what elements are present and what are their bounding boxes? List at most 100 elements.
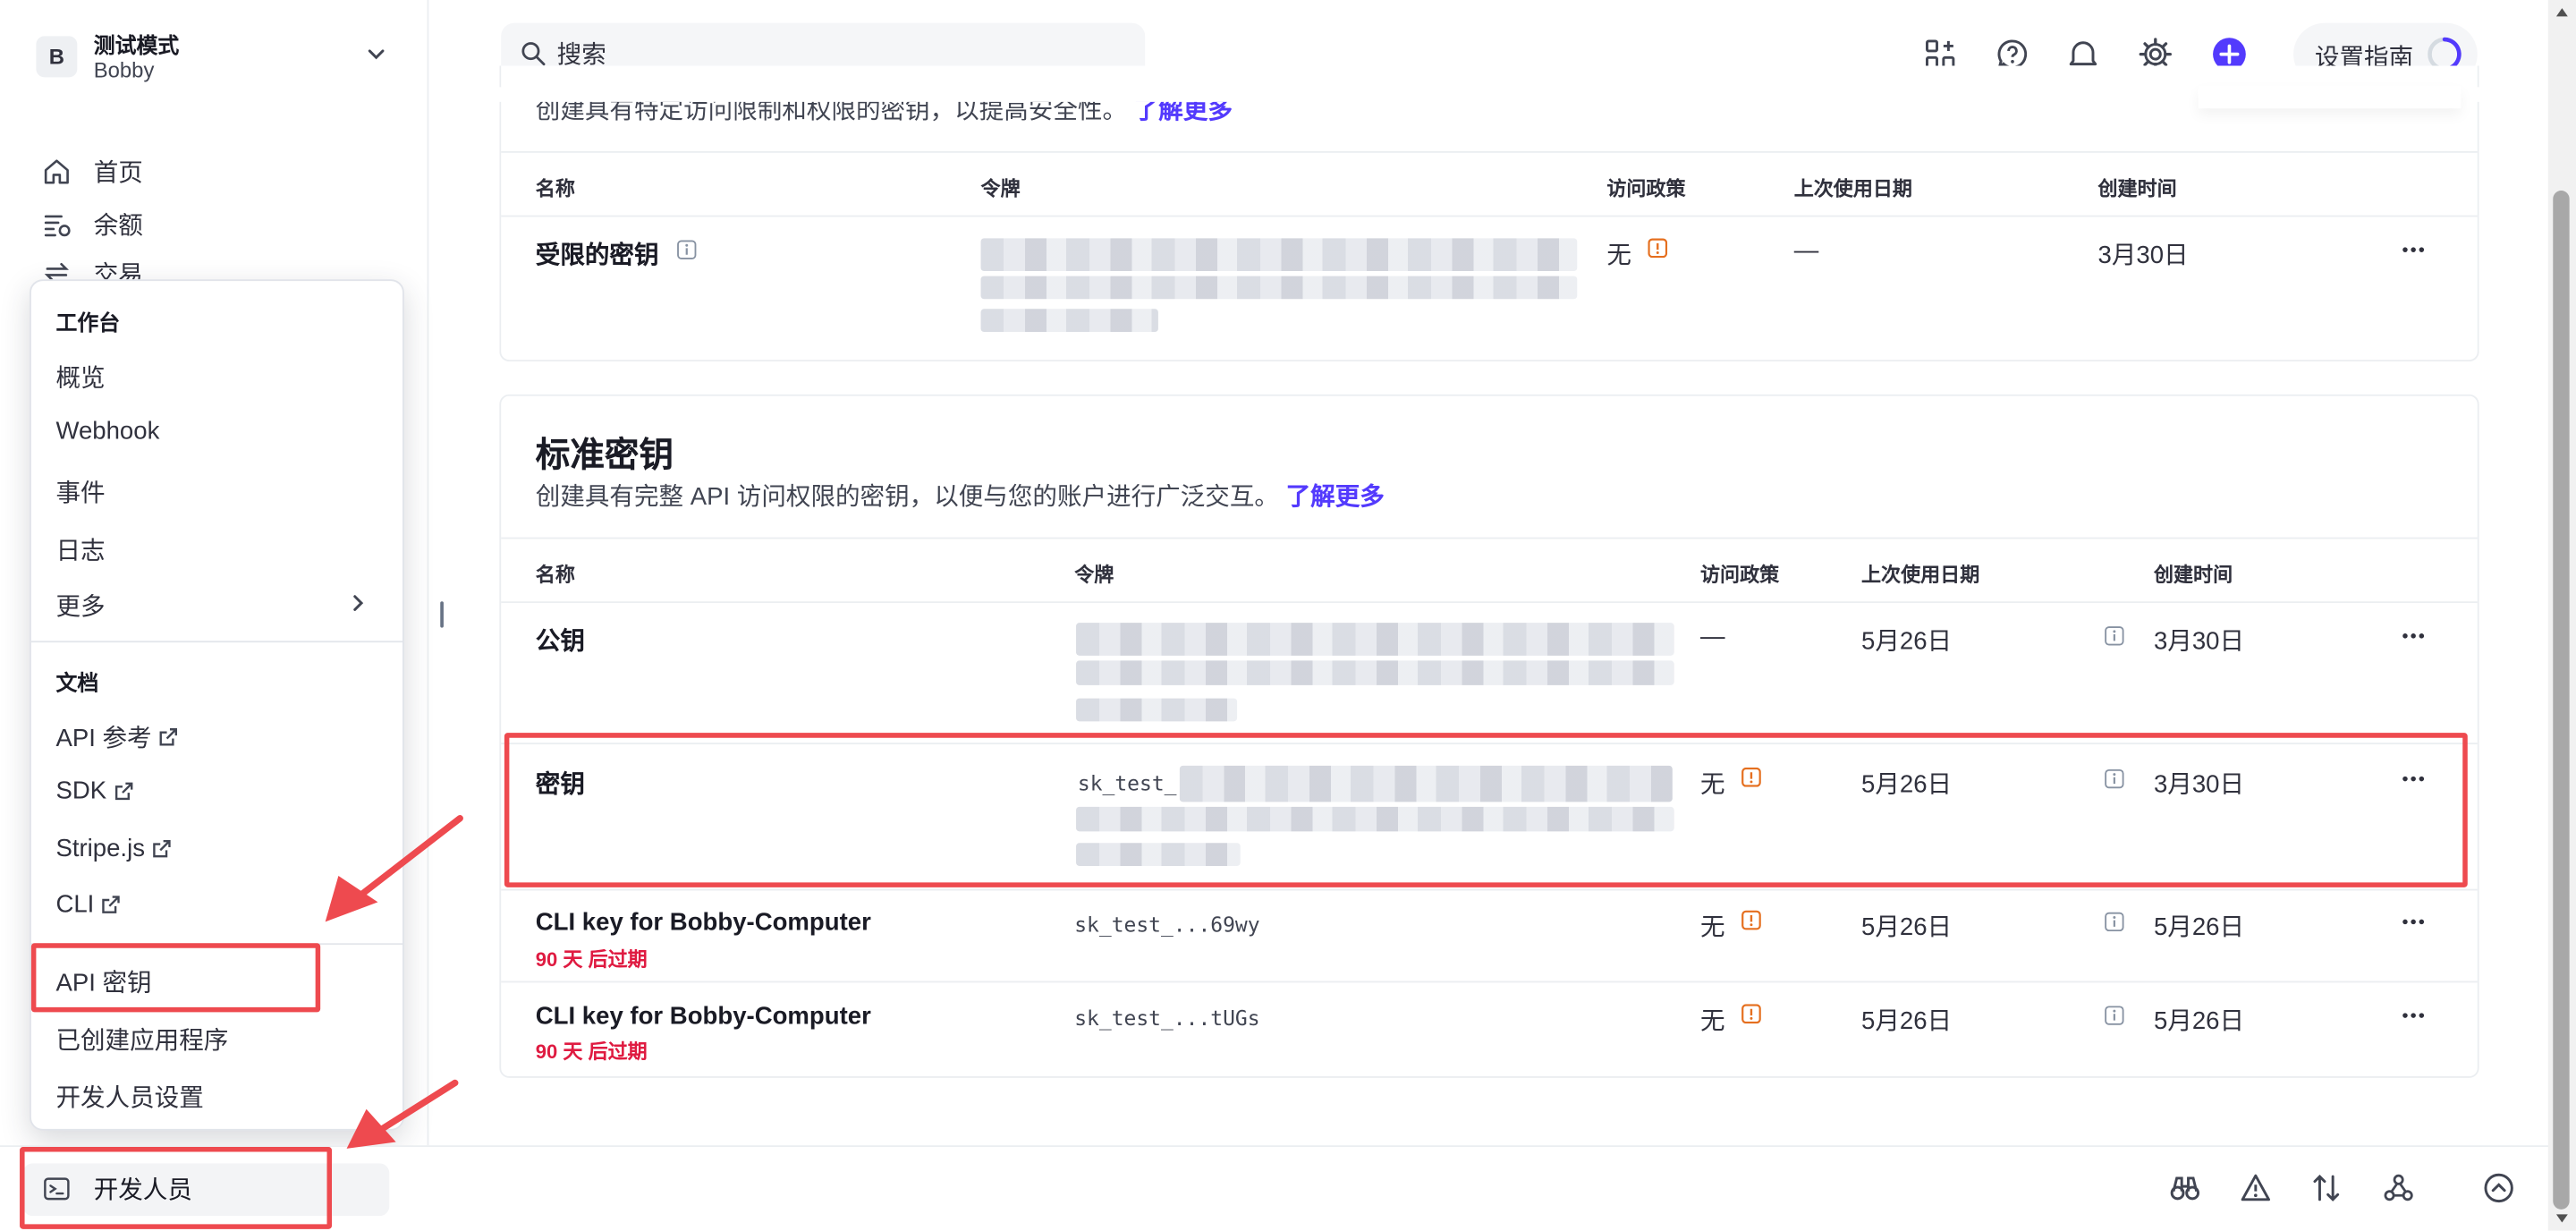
- webhook-icon[interactable]: [2382, 1172, 2415, 1205]
- sidebar-item-label: 余额: [93, 211, 143, 240]
- last-used-value: 5月26日: [1861, 627, 1953, 656]
- info-icon[interactable]: [2105, 626, 2124, 646]
- sidebar-item-label: 首页: [93, 158, 143, 187]
- warning-badge-icon[interactable]: [1741, 1004, 1761, 1024]
- created-value: 5月26日: [2153, 913, 2245, 942]
- column-header-token: 令牌: [980, 177, 1021, 201]
- scroll-up-arrow-icon[interactable]: [2555, 6, 2570, 18]
- sidebar-item-label: 交易: [93, 261, 143, 280]
- token-redacted: [980, 309, 1158, 333]
- menu-item-more[interactable]: 更多: [55, 589, 105, 624]
- more-options-icon[interactable]: [2400, 917, 2426, 927]
- created-value: 3月30日: [2097, 241, 2189, 270]
- scroll-down-arrow-icon[interactable]: [2555, 1213, 2570, 1225]
- info-icon[interactable]: [2105, 1006, 2124, 1025]
- menu-item-developer-settings[interactable]: 开发人员设置: [55, 1080, 203, 1115]
- scrollbar-thumb[interactable]: [2553, 191, 2570, 1210]
- external-link-icon: [102, 896, 121, 913]
- menu-item-webhook[interactable]: Webhook: [55, 418, 159, 446]
- menu-item-cli[interactable]: CLI: [55, 891, 122, 919]
- divider: [501, 150, 2478, 153]
- key-name[interactable]: 受限的密钥: [536, 236, 659, 271]
- menu-item-api-reference[interactable]: API 参考: [55, 719, 179, 754]
- divider: [501, 215, 2478, 217]
- column-header-last-used: 上次使用日期: [1793, 177, 1912, 201]
- policy-value: 无: [1606, 241, 1631, 270]
- chevron-right-icon[interactable]: [350, 591, 366, 615]
- divider: [501, 537, 2478, 539]
- menu-item-label: Stripe.js: [55, 835, 145, 863]
- warning-icon[interactable]: [2239, 1172, 2272, 1205]
- sidebar-item-transactions[interactable]: 交易: [41, 257, 143, 280]
- menu-item-events[interactable]: 事件: [55, 475, 105, 510]
- chevron-up-circle-icon[interactable]: [2482, 1172, 2515, 1205]
- created-value: 5月26日: [2153, 1006, 2245, 1036]
- column-header-name: 名称: [535, 177, 575, 201]
- menu-item-label: SDK: [55, 777, 107, 805]
- last-used-value: 5月26日: [1861, 1006, 1953, 1036]
- key-name[interactable]: 公钥: [536, 623, 585, 658]
- more-options-icon[interactable]: [2400, 631, 2426, 641]
- menu-item-label: API 参考: [55, 724, 152, 753]
- warning-badge-icon[interactable]: [1648, 238, 1668, 259]
- last-used-value: 5月26日: [1861, 913, 1953, 942]
- column-header-policy: 访问政策: [1606, 177, 1686, 201]
- menu-header-docs: 文档: [55, 670, 99, 695]
- column-header-last-used: 上次使用日期: [1861, 563, 1980, 587]
- transactions-icon: [44, 262, 69, 280]
- menu-item-sdk[interactable]: SDK: [55, 777, 134, 805]
- info-icon[interactable]: [677, 240, 697, 259]
- account-avatar[interactable]: B: [36, 36, 78, 78]
- sidebar-item-home[interactable]: 首页: [41, 151, 143, 191]
- account-mode[interactable]: 测试模式: [94, 28, 180, 59]
- annotation-arrow-icon: [346, 1079, 459, 1149]
- annotation-arrow-icon: [325, 815, 463, 922]
- menu-header-workbench: 工作台: [55, 310, 121, 335]
- account-user[interactable]: Bobby: [94, 57, 155, 82]
- search-icon: [521, 42, 546, 66]
- column-header-token: 令牌: [1074, 563, 1114, 587]
- token-value[interactable]: sk_test_...tUGs: [1074, 1006, 1259, 1031]
- balance-icon: [44, 214, 71, 236]
- info-icon[interactable]: [2105, 912, 2124, 932]
- sort-arrows-icon[interactable]: [2309, 1172, 2343, 1205]
- more-options-icon[interactable]: [2400, 1011, 2426, 1021]
- external-link-icon: [160, 728, 178, 746]
- key-name[interactable]: CLI key for Bobby-Computer: [536, 909, 871, 937]
- column-header-name: 名称: [535, 563, 575, 587]
- chevron-down-icon[interactable]: [365, 43, 388, 66]
- external-link-icon: [153, 839, 171, 858]
- guide-shadow: [2198, 85, 2462, 109]
- warning-badge-icon[interactable]: [1741, 910, 1761, 930]
- created-value: 3月30日: [2153, 627, 2245, 656]
- scroll-clip-mask: [493, 87, 2481, 102]
- token-redacted: [980, 238, 1578, 272]
- menu-item-created-apps[interactable]: 已创建应用程序: [55, 1022, 228, 1057]
- column-header-created: 创建时间: [2097, 177, 2177, 201]
- menu-item-stripejs[interactable]: Stripe.js: [55, 835, 173, 862]
- policy-value: 无: [1700, 913, 1725, 942]
- policy-value: 无: [1700, 1006, 1725, 1036]
- highlight-box-api-keys: [30, 943, 321, 1013]
- divider: [501, 981, 2478, 983]
- expiry-notice: 90 天 后过期: [535, 947, 648, 972]
- policy-value: —: [1700, 623, 1725, 651]
- standard-learn-more-link[interactable]: 了解更多: [1286, 483, 1385, 511]
- standard-keys-description: 创建具有完整 API 访问权限的密钥，以便与您的账户进行广泛交互。: [535, 482, 1279, 512]
- token-value[interactable]: sk_test_...69wy: [1074, 912, 1259, 937]
- menu-item-overview[interactable]: 概览: [55, 360, 105, 395]
- token-redacted: [980, 276, 1578, 300]
- more-options-icon[interactable]: [2400, 245, 2426, 255]
- menu-divider: [30, 641, 402, 643]
- column-header-policy: 访问政策: [1700, 563, 1780, 587]
- column-header-created: 创建时间: [2153, 563, 2233, 587]
- home-icon: [44, 158, 69, 183]
- binoculars-icon[interactable]: [2168, 1172, 2201, 1205]
- sidebar-resize-handle[interactable]: [440, 601, 444, 628]
- menu-item-logs[interactable]: 日志: [55, 532, 105, 567]
- standard-keys-title: 标准密钥: [535, 437, 674, 475]
- key-name[interactable]: CLI key for Bobby-Computer: [536, 1002, 871, 1030]
- sidebar-item-balance[interactable]: 余额: [41, 204, 143, 243]
- token-redacted: [1076, 698, 1238, 722]
- expiry-notice: 90 天 后过期: [535, 1040, 648, 1064]
